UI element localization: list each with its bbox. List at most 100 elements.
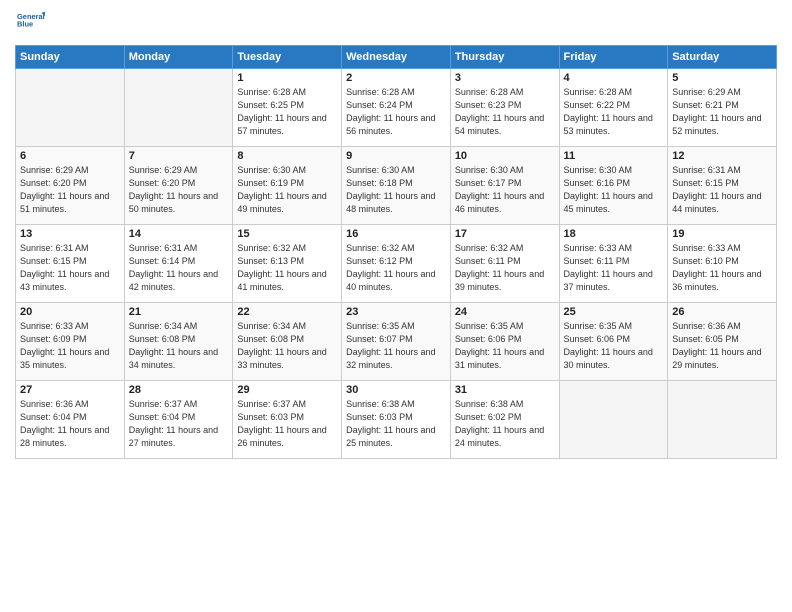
calendar-day-cell: 28 Sunrise: 6:37 AMSunset: 6:04 PMDayligh… [124,381,233,459]
day-number: 14 [129,228,229,240]
day-info: Sunrise: 6:36 AMSunset: 6:05 PMDaylight:… [672,320,772,372]
weekday-header: Friday [559,46,668,69]
calendar-day-cell: 1Sunrise: 6:28 AMSunset: 6:25 PMDaylight… [233,69,342,147]
calendar-day-cell: 19Sunrise: 6:33 AMSunset: 6:10 PMDayligh… [668,225,777,303]
calendar-day-cell: 20 Sunrise: 6:33 AMSunset: 6:09 PMDayligh… [16,303,125,381]
day-info: Sunrise: 6:38 AMSunset: 6:03 PMDaylight:… [346,398,446,450]
day-info: Sunrise: 6:31 AMSunset: 6:15 PMDaylight:… [672,164,772,216]
weekday-header: Thursday [450,46,559,69]
day-number: 15 [237,228,337,240]
day-number: 17 [455,228,555,240]
day-number: 19 [672,228,772,240]
day-number: 11 [564,150,664,162]
weekday-header: Saturday [668,46,777,69]
calendar-day-cell: 31 Sunrise: 6:38 AMSunset: 6:02 PMDayligh… [450,381,559,459]
calendar-day-cell: 16Sunrise: 6:32 AMSunset: 6:12 PMDayligh… [342,225,451,303]
calendar-week-row: 27 Sunrise: 6:36 AMSunset: 6:04 PMDayligh… [16,381,777,459]
day-number: 22 [237,306,337,318]
calendar-week-row: 1Sunrise: 6:28 AMSunset: 6:25 PMDaylight… [16,69,777,147]
day-number: 28 [129,384,229,396]
weekday-header: Wednesday [342,46,451,69]
calendar-day-cell: 6 Sunrise: 6:29 AMSunset: 6:20 PMDaylight… [16,147,125,225]
day-number: 3 [455,72,555,84]
calendar-day-cell: 11 Sunrise: 6:30 AMSunset: 6:16 PMDayligh… [559,147,668,225]
day-info: Sunrise: 6:30 AMSunset: 6:19 PMDaylight:… [237,164,337,216]
calendar-day-cell: 15 Sunrise: 6:32 AMSunset: 6:13 PMDayligh… [233,225,342,303]
calendar-day-cell: 29 Sunrise: 6:37 AMSunset: 6:03 PMDayligh… [233,381,342,459]
day-number: 25 [564,306,664,318]
calendar-day-cell: 7 Sunrise: 6:29 AMSunset: 6:20 PMDaylight… [124,147,233,225]
day-number: 6 [20,150,120,162]
day-number: 29 [237,384,337,396]
calendar-day-cell: 2Sunrise: 6:28 AMSunset: 6:24 PMDaylight… [342,69,451,147]
day-number: 23 [346,306,446,318]
logo: General Blue [15,10,45,37]
day-info: Sunrise: 6:38 AMSunset: 6:02 PMDaylight:… [455,398,555,450]
day-info: Sunrise: 6:31 AMSunset: 6:14 PMDaylight:… [129,242,229,294]
day-number: 31 [455,384,555,396]
day-info: Sunrise: 6:32 AMSunset: 6:11 PMDaylight:… [455,242,555,294]
day-info: Sunrise: 6:28 AMSunset: 6:25 PMDaylight:… [237,86,337,138]
day-number: 7 [129,150,229,162]
header: General Blue [15,10,777,37]
weekday-header: Monday [124,46,233,69]
day-number: 2 [346,72,446,84]
calendar-day-cell: 17 Sunrise: 6:32 AMSunset: 6:11 PMDayligh… [450,225,559,303]
weekday-header: Sunday [16,46,125,69]
calendar-day-cell [668,381,777,459]
day-number: 18 [564,228,664,240]
day-info: Sunrise: 6:34 AMSunset: 6:08 PMDaylight:… [237,320,337,372]
day-info: Sunrise: 6:33 AMSunset: 6:09 PMDaylight:… [20,320,120,372]
calendar-day-cell: 13Sunrise: 6:31 AMSunset: 6:15 PMDayligh… [16,225,125,303]
day-number: 5 [672,72,772,84]
day-number: 27 [20,384,120,396]
day-info: Sunrise: 6:34 AMSunset: 6:08 PMDaylight:… [129,320,229,372]
calendar-day-cell [16,69,125,147]
day-number: 10 [455,150,555,162]
day-number: 16 [346,228,446,240]
day-number: 9 [346,150,446,162]
day-info: Sunrise: 6:32 AMSunset: 6:13 PMDaylight:… [237,242,337,294]
day-info: Sunrise: 6:28 AMSunset: 6:22 PMDaylight:… [564,86,664,138]
calendar-day-cell: 12Sunrise: 6:31 AMSunset: 6:15 PMDayligh… [668,147,777,225]
day-number: 8 [237,150,337,162]
calendar-day-cell: 4 Sunrise: 6:28 AMSunset: 6:22 PMDaylight… [559,69,668,147]
day-info: Sunrise: 6:29 AMSunset: 6:20 PMDaylight:… [129,164,229,216]
calendar-week-row: 6 Sunrise: 6:29 AMSunset: 6:20 PMDaylight… [16,147,777,225]
calendar-day-cell: 25 Sunrise: 6:35 AMSunset: 6:06 PMDayligh… [559,303,668,381]
calendar-day-cell: 24 Sunrise: 6:35 AMSunset: 6:06 PMDayligh… [450,303,559,381]
calendar-day-cell: 10 Sunrise: 6:30 AMSunset: 6:17 PMDayligh… [450,147,559,225]
svg-text:Blue: Blue [17,19,33,28]
day-info: Sunrise: 6:29 AMSunset: 6:21 PMDaylight:… [672,86,772,138]
calendar-day-cell [124,69,233,147]
calendar-day-cell: 23Sunrise: 6:35 AMSunset: 6:07 PMDayligh… [342,303,451,381]
day-number: 26 [672,306,772,318]
calendar-day-cell: 3Sunrise: 6:28 AMSunset: 6:23 PMDaylight… [450,69,559,147]
calendar-day-cell: 9 Sunrise: 6:30 AMSunset: 6:18 PMDaylight… [342,147,451,225]
calendar-week-row: 20 Sunrise: 6:33 AMSunset: 6:09 PMDayligh… [16,303,777,381]
page: General Blue SundayMondayTuesdayWednesda… [0,0,792,612]
day-info: Sunrise: 6:35 AMSunset: 6:06 PMDaylight:… [564,320,664,372]
day-info: Sunrise: 6:30 AMSunset: 6:18 PMDaylight:… [346,164,446,216]
general-blue-logo-icon: General Blue [17,10,45,32]
day-info: Sunrise: 6:29 AMSunset: 6:20 PMDaylight:… [20,164,120,216]
calendar-day-cell: 21Sunrise: 6:34 AMSunset: 6:08 PMDayligh… [124,303,233,381]
calendar-week-row: 13Sunrise: 6:31 AMSunset: 6:15 PMDayligh… [16,225,777,303]
day-number: 4 [564,72,664,84]
calendar-day-cell: 26 Sunrise: 6:36 AMSunset: 6:05 PMDayligh… [668,303,777,381]
calendar-day-cell: 14 Sunrise: 6:31 AMSunset: 6:14 PMDayligh… [124,225,233,303]
day-number: 24 [455,306,555,318]
calendar-day-cell: 22 Sunrise: 6:34 AMSunset: 6:08 PMDayligh… [233,303,342,381]
day-number: 20 [20,306,120,318]
calendar-day-cell: 8 Sunrise: 6:30 AMSunset: 6:19 PMDaylight… [233,147,342,225]
day-info: Sunrise: 6:30 AMSunset: 6:17 PMDaylight:… [455,164,555,216]
day-info: Sunrise: 6:36 AMSunset: 6:04 PMDaylight:… [20,398,120,450]
weekday-header: Tuesday [233,46,342,69]
day-info: Sunrise: 6:31 AMSunset: 6:15 PMDaylight:… [20,242,120,294]
day-info: Sunrise: 6:35 AMSunset: 6:06 PMDaylight:… [455,320,555,372]
day-info: Sunrise: 6:37 AMSunset: 6:04 PMDaylight:… [129,398,229,450]
calendar-header-row: SundayMondayTuesdayWednesdayThursdayFrid… [16,46,777,69]
calendar-day-cell: 27 Sunrise: 6:36 AMSunset: 6:04 PMDayligh… [16,381,125,459]
day-info: Sunrise: 6:37 AMSunset: 6:03 PMDaylight:… [237,398,337,450]
day-info: Sunrise: 6:30 AMSunset: 6:16 PMDaylight:… [564,164,664,216]
